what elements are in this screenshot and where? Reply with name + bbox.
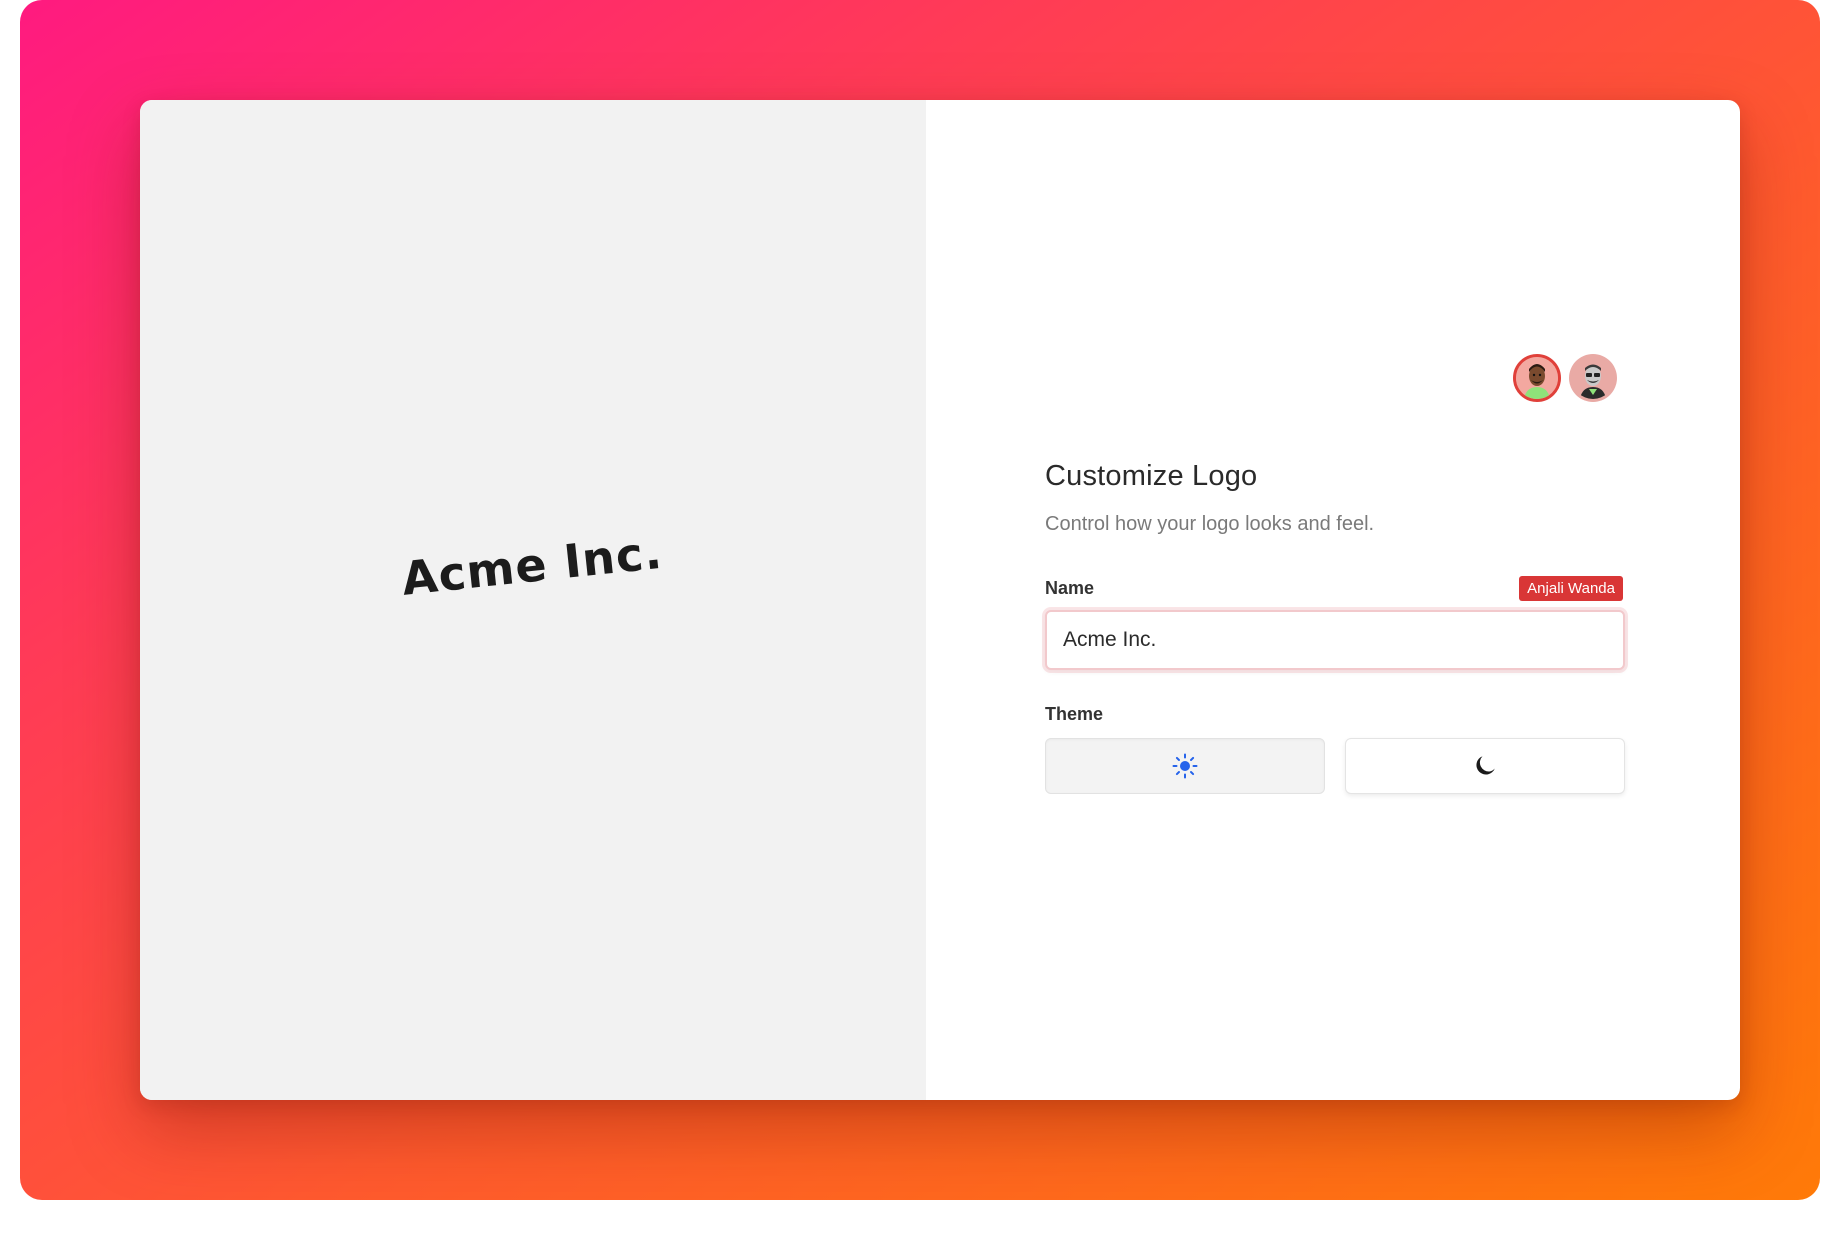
gradient-background: Acme Inc. Customize Logo Control how you… bbox=[20, 0, 1820, 1200]
theme-options bbox=[1045, 738, 1625, 794]
theme-field-header: Theme bbox=[1045, 700, 1625, 728]
name-field-header: Name Anjali Wanda bbox=[1045, 574, 1625, 602]
page-title: Customize Logo bbox=[1045, 460, 1258, 492]
name-label: Name bbox=[1045, 577, 1095, 598]
collaborator-avatar-1[interactable] bbox=[1513, 354, 1561, 402]
app-window: Acme Inc. Customize Logo Control how you… bbox=[140, 100, 1740, 1100]
customize-form: Customize Logo Control how your logo loo… bbox=[1045, 460, 1625, 794]
avatar-icon bbox=[1572, 357, 1614, 399]
logo-preview-panel: Acme Inc. bbox=[140, 100, 926, 1100]
page-subtitle: Control how your logo looks and feel. bbox=[1045, 513, 1375, 535]
collaborator-avatar-2[interactable] bbox=[1569, 354, 1617, 402]
dark-theme-button[interactable] bbox=[1345, 738, 1625, 794]
logo-preview-text: Acme Inc. bbox=[399, 524, 666, 606]
avatar-icon bbox=[1516, 357, 1558, 399]
customize-panel: Customize Logo Control how your logo loo… bbox=[926, 100, 1740, 1100]
moon-icon bbox=[1476, 756, 1495, 775]
collaborator-cursor-badge: Anjali Wanda bbox=[1519, 575, 1623, 601]
sun-icon bbox=[1172, 753, 1198, 779]
collaborator-avatars bbox=[1513, 354, 1617, 402]
name-input[interactable]: Acme Inc. bbox=[1045, 610, 1625, 670]
theme-label: Theme bbox=[1045, 703, 1104, 724]
light-theme-button[interactable] bbox=[1045, 738, 1325, 794]
